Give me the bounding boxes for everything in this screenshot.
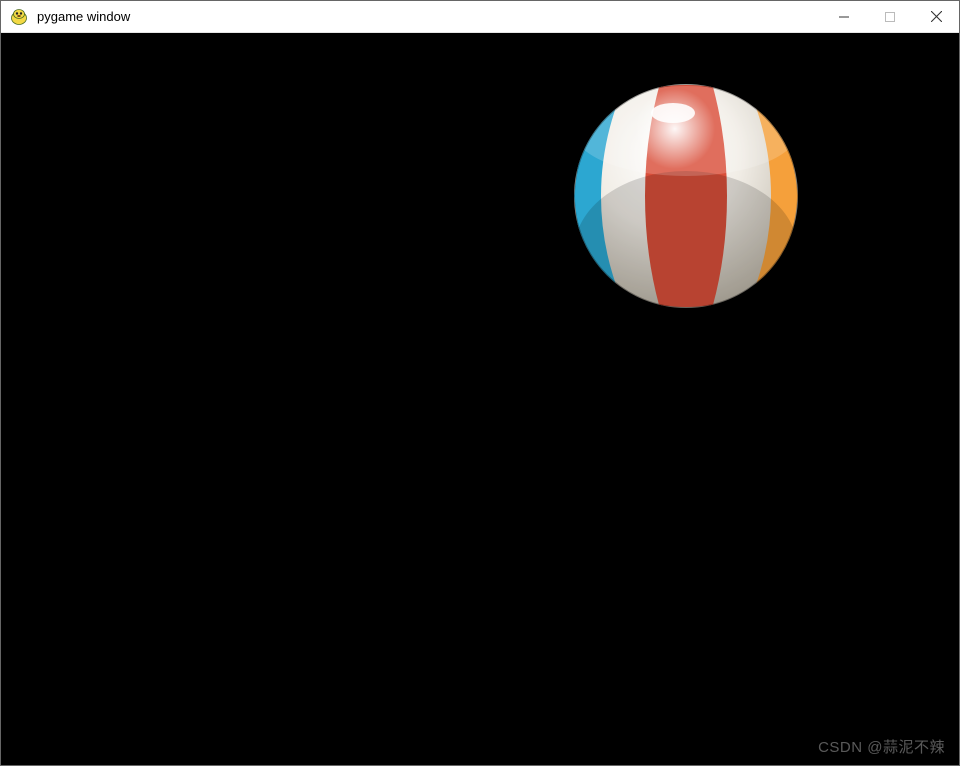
game-canvas[interactable]: CSDN @蒜泥不辣	[1, 33, 959, 765]
maximize-button[interactable]	[867, 1, 913, 32]
pygame-snake-icon	[9, 7, 29, 27]
minimize-button[interactable]	[821, 1, 867, 32]
window-controls	[821, 1, 959, 32]
window-title: pygame window	[37, 9, 821, 24]
window-titlebar[interactable]: pygame window	[1, 1, 959, 33]
close-button[interactable]	[913, 1, 959, 32]
watermark-text: CSDN @蒜泥不辣	[818, 736, 945, 757]
application-window: pygame window	[0, 0, 960, 766]
beach-ball	[571, 81, 801, 311]
